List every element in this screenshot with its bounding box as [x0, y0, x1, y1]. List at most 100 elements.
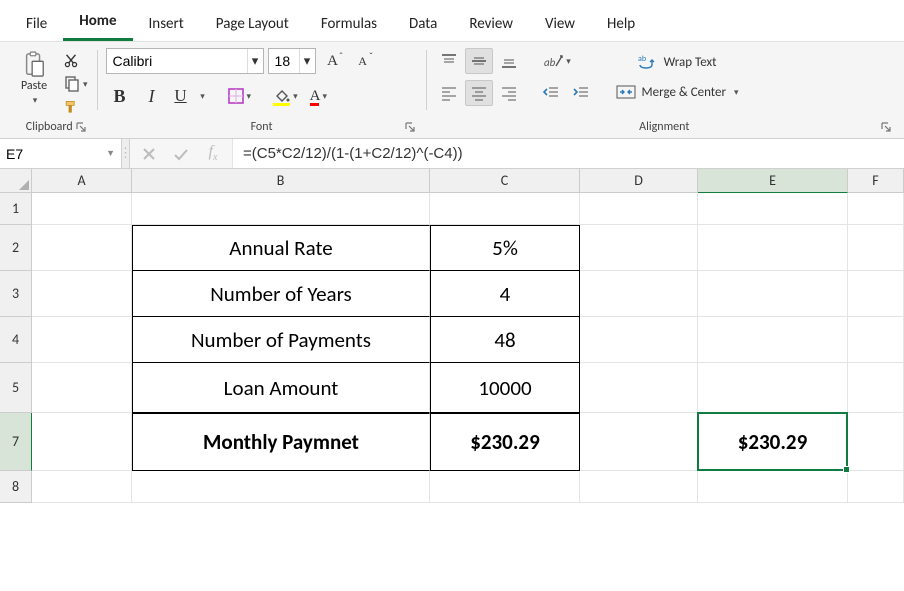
cell-E5[interactable]: [698, 363, 848, 413]
menu-file[interactable]: File: [10, 9, 63, 41]
cell-B3[interactable]: Number of Years: [132, 271, 430, 317]
cell-F8[interactable]: [848, 471, 904, 503]
select-all-corner[interactable]: [0, 169, 32, 193]
font-size-combo[interactable]: ▾: [268, 48, 316, 74]
menu-review[interactable]: Review: [453, 9, 529, 41]
chevron-down-icon[interactable]: ▼: [106, 148, 115, 159]
font-name-input[interactable]: [107, 49, 247, 73]
cell-C1[interactable]: [430, 193, 580, 225]
cell-D8[interactable]: [580, 471, 698, 503]
cell-B2[interactable]: Annual Rate: [132, 225, 430, 271]
dialog-launcher-icon[interactable]: [75, 121, 87, 133]
cut-button[interactable]: [62, 52, 80, 70]
paste-button[interactable]: Paste ▾: [10, 48, 58, 107]
cell-C2[interactable]: 5%: [430, 225, 580, 271]
cell-A5[interactable]: [32, 363, 132, 413]
cell-C8[interactable]: [430, 471, 580, 503]
cell-B8[interactable]: [132, 471, 430, 503]
decrease-indent-button[interactable]: [537, 80, 565, 106]
dialog-launcher-icon[interactable]: [404, 121, 416, 133]
row-header-3[interactable]: 3: [0, 271, 32, 317]
spreadsheet-grid[interactable]: A B C D E F 1 2 3 4 5 7 8 Annual Rate 5%…: [0, 169, 904, 519]
cell-F4[interactable]: [848, 317, 904, 363]
align-middle-button[interactable]: [465, 48, 493, 74]
cell-A3[interactable]: [32, 271, 132, 317]
chevron-down-icon[interactable]: ▾: [247, 49, 263, 73]
cell-F3[interactable]: [848, 271, 904, 317]
row-header-7[interactable]: 7: [0, 413, 32, 471]
cell-C4[interactable]: 48: [430, 317, 580, 363]
cell-C7[interactable]: $230.29: [430, 413, 580, 471]
font-name-combo[interactable]: ▾: [106, 48, 264, 74]
row-header-1[interactable]: 1: [0, 193, 32, 225]
cell-D3[interactable]: [580, 271, 698, 317]
insert-function-button[interactable]: fx: [198, 141, 228, 167]
name-box-input[interactable]: [6, 146, 86, 162]
cancel-formula-button[interactable]: [134, 141, 164, 167]
fill-color-button[interactable]: ▾: [268, 82, 301, 110]
align-bottom-button[interactable]: [495, 48, 523, 74]
cell-E8[interactable]: [698, 471, 848, 503]
cell-A8[interactable]: [32, 471, 132, 503]
orientation-button[interactable]: ab ▾: [537, 48, 577, 74]
increase-indent-button[interactable]: [567, 80, 595, 106]
enter-formula-button[interactable]: [166, 141, 196, 167]
align-center-button[interactable]: [465, 80, 493, 106]
merge-center-button[interactable]: Merge & Center ▾: [609, 80, 746, 104]
font-color-button[interactable]: A ▾: [305, 82, 330, 110]
cell-E7[interactable]: $230.29: [698, 413, 848, 471]
col-header-D[interactable]: D: [580, 169, 698, 193]
cell-A2[interactable]: [32, 225, 132, 271]
cell-F2[interactable]: [848, 225, 904, 271]
col-header-B[interactable]: B: [132, 169, 430, 193]
cell-B4[interactable]: Number of Payments: [132, 317, 430, 363]
menu-page-layout[interactable]: Page Layout: [200, 9, 305, 41]
cell-B5[interactable]: Loan Amount: [132, 363, 430, 413]
cell-E1[interactable]: [698, 193, 848, 225]
row-header-5[interactable]: 5: [0, 363, 32, 413]
menu-home[interactable]: Home: [63, 6, 132, 41]
cell-D2[interactable]: [580, 225, 698, 271]
menu-formulas[interactable]: Formulas: [305, 9, 393, 41]
align-right-button[interactable]: [495, 80, 523, 106]
cell-B7[interactable]: Monthly Paymnet: [132, 413, 430, 471]
row-header-4[interactable]: 4: [0, 317, 32, 363]
cell-D7[interactable]: [580, 413, 698, 471]
row-header-8[interactable]: 8: [0, 471, 32, 503]
cell-F5[interactable]: [848, 363, 904, 413]
underline-more-button[interactable]: ▾: [196, 82, 208, 110]
row-header-2[interactable]: 2: [0, 225, 32, 271]
col-header-E[interactable]: E: [698, 169, 848, 193]
cell-F7[interactable]: [848, 413, 904, 471]
bold-button[interactable]: B: [106, 82, 134, 110]
cell-C5[interactable]: 10000: [430, 363, 580, 413]
formula-input[interactable]: [233, 139, 904, 168]
cell-C3[interactable]: 4: [430, 271, 580, 317]
copy-button[interactable]: ▾: [62, 74, 89, 94]
wrap-text-button[interactable]: ab Wrap Text: [609, 50, 746, 74]
cell-A4[interactable]: [32, 317, 132, 363]
cell-F1[interactable]: [848, 193, 904, 225]
cell-D4[interactable]: [580, 317, 698, 363]
align-left-button[interactable]: [435, 80, 463, 106]
border-button[interactable]: ▾: [222, 82, 255, 110]
italic-button[interactable]: I: [138, 82, 166, 110]
cell-D1[interactable]: [580, 193, 698, 225]
cell-A1[interactable]: [32, 193, 132, 225]
menu-data[interactable]: Data: [393, 9, 453, 41]
cell-E4[interactable]: [698, 317, 848, 363]
format-painter-button[interactable]: [62, 98, 80, 116]
col-header-C[interactable]: C: [430, 169, 580, 193]
cell-E2[interactable]: [698, 225, 848, 271]
cell-A7[interactable]: [32, 413, 132, 471]
font-size-input[interactable]: [269, 49, 299, 73]
splitter[interactable]: ⋮: [122, 139, 130, 168]
menu-view[interactable]: View: [529, 9, 591, 41]
cell-B1[interactable]: [132, 193, 430, 225]
col-header-F[interactable]: F: [848, 169, 904, 193]
underline-button[interactable]: U: [170, 82, 192, 110]
dialog-launcher-icon[interactable]: [880, 121, 892, 133]
decrease-font-button[interactable]: Aˇ: [350, 48, 376, 74]
name-box[interactable]: ▼: [0, 139, 122, 168]
col-header-A[interactable]: A: [32, 169, 132, 193]
